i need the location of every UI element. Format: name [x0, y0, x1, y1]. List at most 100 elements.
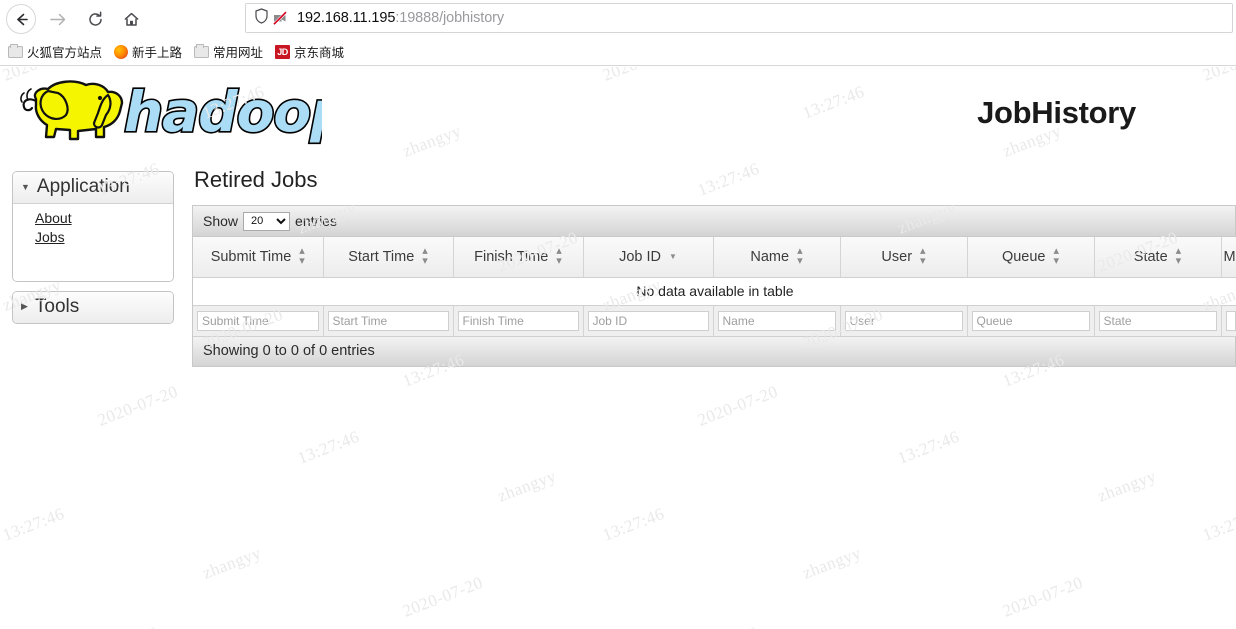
bookmark-label: 常用网址: [213, 46, 264, 60]
filter-input-queue[interactable]: [971, 310, 1090, 331]
bookmark-item-3[interactable]: JD 京东商城: [275, 42, 344, 61]
watermark-text: zhangyy: [1095, 466, 1159, 506]
filter-cell-job-id: [583, 305, 714, 337]
caret-down-icon: ▼: [21, 181, 30, 192]
reload-button[interactable]: [80, 4, 110, 34]
show-label: Show: [203, 213, 239, 229]
jobs-table-head: Submit Time ▴ ▾ Start Time ▴ ▾ Finish Time ▴ ▾ Jo…: [193, 237, 1236, 278]
filter-cell-user: [840, 305, 968, 337]
url-text: 192.168.11.195:19888/jobhistory: [297, 10, 504, 26]
column-header-queue[interactable]: Queue ▴ ▾: [967, 237, 1095, 278]
bookmark-label: 火狐官方站点: [27, 46, 103, 60]
back-button[interactable]: [6, 4, 36, 34]
jobs-table-body: No data available in table: [193, 277, 1236, 306]
shield-icon[interactable]: [254, 7, 269, 29]
bookmark-label: 京东商城: [294, 46, 345, 60]
jobs-table: Submit Time ▴ ▾ Start Time ▴ ▾ Finish Time ▴ ▾ Jo…: [193, 237, 1236, 337]
column-header-label: Finish Time: [474, 248, 549, 265]
filter-input-job-id[interactable]: [587, 310, 709, 331]
bookmark-item-1[interactable]: 新手上路: [114, 42, 182, 61]
filter-cell-state: [1094, 305, 1222, 337]
bookmark-item-2[interactable]: 常用网址: [194, 42, 263, 61]
watermark-text: 13:27:46: [0, 503, 67, 545]
camera-blocked-icon[interactable]: [272, 10, 288, 26]
sort-both-icon: ▴ ▾: [920, 245, 926, 267]
page-title: JobHistory: [977, 95, 1136, 130]
folder-icon: [194, 43, 210, 58]
column-header-m[interactable]: M: [1221, 237, 1236, 278]
column-header-label: Job ID: [619, 248, 661, 265]
forward-button[interactable]: [42, 4, 72, 34]
watermark-text: zhangyy: [800, 543, 864, 583]
table-empty-row: No data available in table: [193, 277, 1236, 306]
hadoop-elephant-logo[interactable]: hadoop: [12, 75, 351, 147]
caret-right-icon: ▶: [21, 301, 28, 312]
column-header-submit-time[interactable]: Submit Time ▴ ▾: [193, 237, 324, 278]
sidebar: ▼ Application About Jobs ▶ Tools: [12, 171, 174, 333]
watermark-text: 2020-07-20: [95, 381, 181, 430]
filter-input-m[interactable]: [1225, 310, 1236, 331]
filter-input-user[interactable]: [844, 310, 963, 331]
column-header-user[interactable]: User ▴ ▾: [840, 237, 968, 278]
sidebar-item-jobs[interactable]: Jobs: [35, 228, 173, 247]
sidebar-group-application-header[interactable]: ▼ Application: [13, 172, 173, 204]
sidebar-group-label: Application: [36, 176, 130, 197]
bookmarks-bar: 火狐官方站点 新手上路 常用网址 JD 京东商城: [0, 38, 1236, 66]
watermark-text: 13:27:46: [295, 426, 362, 468]
sidebar-item-about[interactable]: About: [35, 209, 173, 228]
table-info-footer: Showing 0 to 0 of 0 entries: [192, 336, 1236, 367]
column-header-label: M: [1223, 248, 1236, 265]
browser-navigation-toolbar: 192.168.11.195:19888/jobhistory: [0, 0, 1236, 38]
filter-input-finish-time[interactable]: [457, 310, 579, 331]
filter-cell-m: [1221, 305, 1236, 337]
column-header-label: Submit Time: [210, 248, 292, 265]
jobs-table-foot: [193, 305, 1236, 337]
column-header-name[interactable]: Name ▴ ▾: [713, 237, 841, 278]
table-filter-row: [193, 305, 1236, 337]
url-path: :19888/jobhistory: [395, 10, 505, 26]
column-header-job-id[interactable]: Job ID ▼: [583, 237, 714, 278]
table-info-text: Showing 0 to 0 of 0 entries: [203, 343, 375, 359]
filter-input-submit-time[interactable]: [197, 310, 319, 331]
browser-chrome: 192.168.11.195:19888/jobhistory 火狐官方站点 新…: [0, 0, 1236, 67]
sort-both-icon: ▴ ▾: [556, 245, 562, 267]
column-header-state[interactable]: State ▴ ▾: [1094, 237, 1222, 278]
filter-input-state[interactable]: [1098, 310, 1217, 331]
sort-both-icon: ▴ ▾: [1175, 245, 1182, 267]
watermark-text: 13:27:46: [895, 426, 962, 468]
column-header-finish-time[interactable]: Finish Time ▴ ▾: [453, 237, 584, 278]
column-header-label: User: [881, 248, 913, 265]
folder-icon: [8, 43, 23, 58]
column-header-label: Queue: [1001, 248, 1046, 265]
retired-jobs-heading: Retired Jobs: [194, 167, 318, 192]
forward-arrow-icon: [49, 13, 65, 25]
entries-per-page-select[interactable]: 20406080100: [243, 211, 291, 231]
filter-input-start-time[interactable]: [327, 310, 449, 331]
sidebar-group-tools-header[interactable]: ▶ Tools: [13, 291, 173, 323]
filter-cell-submit-time: [193, 305, 324, 337]
watermark-text: 13:27:46: [1200, 503, 1236, 545]
url-bar[interactable]: 192.168.11.195:19888/jobhistory: [245, 3, 1233, 33]
watermark-text: 2020-07-20: [695, 381, 781, 430]
bookmark-label: 新手上路: [132, 46, 183, 60]
jd-icon: JD: [275, 44, 291, 59]
sort-both-icon: ▴ ▾: [1053, 245, 1060, 267]
home-icon: [124, 12, 138, 26]
watermark-text: 2020-07-20: [1000, 572, 1086, 621]
bookmark-item-0[interactable]: 火狐官方站点: [8, 42, 102, 61]
filter-cell-finish-time: [453, 305, 584, 337]
sidebar-group-application: ▼ Application About Jobs: [12, 171, 174, 282]
back-arrow-icon: [16, 13, 28, 25]
column-header-start-time[interactable]: Start Time ▴ ▾: [323, 237, 454, 278]
home-button[interactable]: [116, 4, 146, 34]
reload-icon: [88, 11, 102, 26]
watermark-text: zhangyy: [95, 620, 159, 629]
column-header-label: State: [1133, 248, 1168, 265]
table-length-control: Show 20406080100 entries: [193, 206, 1235, 237]
hadoop-banner: hadoop JobHistory: [0, 67, 1236, 155]
sort-both-icon: ▴ ▾: [422, 245, 428, 267]
filter-cell-queue: [967, 305, 1095, 337]
table-empty-message: No data available in table: [193, 277, 1236, 306]
sort-both-icon: ▴ ▾: [299, 245, 305, 267]
filter-input-name[interactable]: [717, 310, 836, 331]
